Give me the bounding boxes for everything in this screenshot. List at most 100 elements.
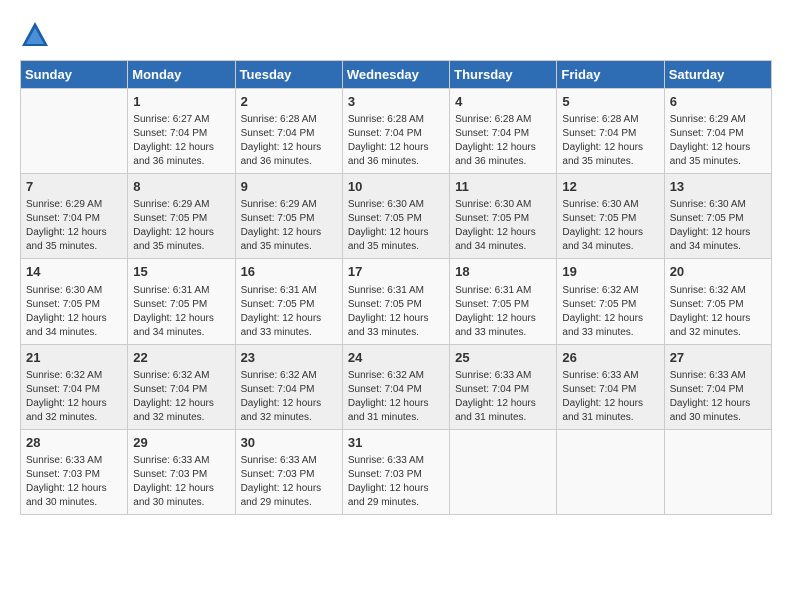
calendar-cell: 17 Sunrise: 6:31 AM Sunset: 7:05 PM Dayli…	[342, 259, 449, 344]
day-number: 2	[241, 93, 337, 111]
day-number: 15	[133, 263, 229, 281]
calendar-cell: 9 Sunrise: 6:29 AM Sunset: 7:05 PM Daylig…	[235, 174, 342, 259]
day-info: Sunrise: 6:32 AM Sunset: 7:04 PM Dayligh…	[348, 369, 444, 425]
day-info: Sunrise: 6:33 AM Sunset: 7:04 PM Dayligh…	[670, 369, 766, 425]
day-info: Sunrise: 6:32 AM Sunset: 7:05 PM Dayligh…	[562, 284, 658, 340]
calendar-cell: 23 Sunrise: 6:32 AM Sunset: 7:04 PM Dayli…	[235, 344, 342, 429]
day-info: Sunrise: 6:28 AM Sunset: 7:04 PM Dayligh…	[348, 113, 444, 169]
calendar-cell	[664, 429, 771, 514]
day-number: 3	[348, 93, 444, 111]
day-info: Sunrise: 6:31 AM Sunset: 7:05 PM Dayligh…	[241, 284, 337, 340]
calendar-cell: 14 Sunrise: 6:30 AM Sunset: 7:05 PM Dayli…	[21, 259, 128, 344]
day-info: Sunrise: 6:33 AM Sunset: 7:04 PM Dayligh…	[455, 369, 551, 425]
day-info: Sunrise: 6:31 AM Sunset: 7:05 PM Dayligh…	[348, 284, 444, 340]
calendar-cell: 2 Sunrise: 6:28 AM Sunset: 7:04 PM Daylig…	[235, 89, 342, 174]
day-number: 12	[562, 178, 658, 196]
calendar-cell: 18Sunrise: 6:31 AM Sunset: 7:05 PM Dayli…	[450, 259, 557, 344]
day-number: 28	[26, 434, 122, 452]
day-info: Sunrise: 6:29 AM Sunset: 7:05 PM Dayligh…	[133, 198, 229, 254]
day-number: 1	[133, 93, 229, 111]
day-number: 11	[455, 178, 551, 196]
day-info: Sunrise: 6:32 AM Sunset: 7:05 PM Dayligh…	[670, 284, 766, 340]
day-info: Sunrise: 6:33 AM Sunset: 7:03 PM Dayligh…	[133, 454, 229, 510]
day-info: Sunrise: 6:30 AM Sunset: 7:05 PM Dayligh…	[348, 198, 444, 254]
day-number: 31	[348, 434, 444, 452]
calendar-cell	[450, 429, 557, 514]
header-sunday: Sunday	[21, 61, 128, 89]
calendar-cell: 19 Sunrise: 6:32 AM Sunset: 7:05 PM Dayli…	[557, 259, 664, 344]
calendar-cell: 21Sunrise: 6:32 AM Sunset: 7:04 PM Dayli…	[21, 344, 128, 429]
day-number: 22	[133, 349, 229, 367]
day-number: 21	[26, 349, 122, 367]
day-number: 25	[455, 349, 551, 367]
logo-icon	[20, 20, 50, 50]
header-friday: Friday	[557, 61, 664, 89]
header-thursday: Thursday	[450, 61, 557, 89]
week-row-1: 1 Sunrise: 6:27 AM Sunset: 7:04 PM Daylig…	[21, 89, 772, 174]
week-row-5: 28 Sunrise: 6:33 AM Sunset: 7:03 PM Dayli…	[21, 429, 772, 514]
calendar-cell: 11Sunrise: 6:30 AM Sunset: 7:05 PM Dayli…	[450, 174, 557, 259]
calendar-cell: 24 Sunrise: 6:32 AM Sunset: 7:04 PM Dayli…	[342, 344, 449, 429]
day-info: Sunrise: 6:28 AM Sunset: 7:04 PM Dayligh…	[562, 113, 658, 169]
day-info: Sunrise: 6:33 AM Sunset: 7:03 PM Dayligh…	[241, 454, 337, 510]
week-row-3: 14 Sunrise: 6:30 AM Sunset: 7:05 PM Dayli…	[21, 259, 772, 344]
day-info: Sunrise: 6:33 AM Sunset: 7:03 PM Dayligh…	[348, 454, 444, 510]
calendar-cell: 6 Sunrise: 6:29 AM Sunset: 7:04 PM Daylig…	[664, 89, 771, 174]
calendar-cell: 29Sunrise: 6:33 AM Sunset: 7:03 PM Dayli…	[128, 429, 235, 514]
day-number: 9	[241, 178, 337, 196]
calendar-cell: 7 Sunrise: 6:29 AM Sunset: 7:04 PM Daylig…	[21, 174, 128, 259]
calendar-cell: 1 Sunrise: 6:27 AM Sunset: 7:04 PM Daylig…	[128, 89, 235, 174]
day-info: Sunrise: 6:29 AM Sunset: 7:05 PM Dayligh…	[241, 198, 337, 254]
calendar-cell: 26 Sunrise: 6:33 AM Sunset: 7:04 PM Dayli…	[557, 344, 664, 429]
day-info: Sunrise: 6:27 AM Sunset: 7:04 PM Dayligh…	[133, 113, 229, 169]
page-header	[20, 20, 772, 50]
day-number: 4	[455, 93, 551, 111]
day-info: Sunrise: 6:31 AM Sunset: 7:05 PM Dayligh…	[455, 284, 551, 340]
day-info: Sunrise: 6:28 AM Sunset: 7:04 PM Dayligh…	[241, 113, 337, 169]
calendar-cell: 8 Sunrise: 6:29 AM Sunset: 7:05 PM Daylig…	[128, 174, 235, 259]
day-number: 5	[562, 93, 658, 111]
day-number: 8	[133, 178, 229, 196]
calendar-cell: 31 Sunrise: 6:33 AM Sunset: 7:03 PM Dayli…	[342, 429, 449, 514]
day-info: Sunrise: 6:32 AM Sunset: 7:04 PM Dayligh…	[241, 369, 337, 425]
logo	[20, 20, 54, 50]
calendar-cell: 25 Sunrise: 6:33 AM Sunset: 7:04 PM Dayli…	[450, 344, 557, 429]
day-info: Sunrise: 6:30 AM Sunset: 7:05 PM Dayligh…	[670, 198, 766, 254]
day-number: 17	[348, 263, 444, 281]
day-number: 13	[670, 178, 766, 196]
calendar-cell: 15 Sunrise: 6:31 AM Sunset: 7:05 PM Dayli…	[128, 259, 235, 344]
calendar-cell: 3 Sunrise: 6:28 AM Sunset: 7:04 PM Daylig…	[342, 89, 449, 174]
header-saturday: Saturday	[664, 61, 771, 89]
calendar-cell: 28Sunrise: 6:33 AM Sunset: 7:03 PM Dayli…	[21, 429, 128, 514]
day-info: Sunrise: 6:29 AM Sunset: 7:04 PM Dayligh…	[670, 113, 766, 169]
day-number: 24	[348, 349, 444, 367]
week-row-2: 7 Sunrise: 6:29 AM Sunset: 7:04 PM Daylig…	[21, 174, 772, 259]
day-number: 14	[26, 263, 122, 281]
calendar-cell: 5 Sunrise: 6:28 AM Sunset: 7:04 PM Daylig…	[557, 89, 664, 174]
calendar-cell: 16 Sunrise: 6:31 AM Sunset: 7:05 PM Dayli…	[235, 259, 342, 344]
day-number: 26	[562, 349, 658, 367]
header-monday: Monday	[128, 61, 235, 89]
header-row: SundayMondayTuesdayWednesdayThursdayFrid…	[21, 61, 772, 89]
calendar-cell: 12Sunrise: 6:30 AM Sunset: 7:05 PM Dayli…	[557, 174, 664, 259]
day-number: 20	[670, 263, 766, 281]
day-info: Sunrise: 6:29 AM Sunset: 7:04 PM Dayligh…	[26, 198, 122, 254]
day-number: 23	[241, 349, 337, 367]
calendar-table: SundayMondayTuesdayWednesdayThursdayFrid…	[20, 60, 772, 515]
day-number: 30	[241, 434, 337, 452]
day-number: 7	[26, 178, 122, 196]
header-wednesday: Wednesday	[342, 61, 449, 89]
day-number: 27	[670, 349, 766, 367]
day-info: Sunrise: 6:32 AM Sunset: 7:04 PM Dayligh…	[133, 369, 229, 425]
calendar-cell: 4Sunrise: 6:28 AM Sunset: 7:04 PM Daylig…	[450, 89, 557, 174]
day-number: 6	[670, 93, 766, 111]
day-number: 19	[562, 263, 658, 281]
calendar-cell: 13 Sunrise: 6:30 AM Sunset: 7:05 PM Dayli…	[664, 174, 771, 259]
day-info: Sunrise: 6:31 AM Sunset: 7:05 PM Dayligh…	[133, 284, 229, 340]
calendar-cell: 22 Sunrise: 6:32 AM Sunset: 7:04 PM Dayli…	[128, 344, 235, 429]
day-number: 16	[241, 263, 337, 281]
day-info: Sunrise: 6:30 AM Sunset: 7:05 PM Dayligh…	[26, 284, 122, 340]
day-info: Sunrise: 6:33 AM Sunset: 7:04 PM Dayligh…	[562, 369, 658, 425]
calendar-cell	[21, 89, 128, 174]
week-row-4: 21 Sunrise: 6:32 AM Sunset: 7:04 PM Dayli…	[21, 344, 772, 429]
